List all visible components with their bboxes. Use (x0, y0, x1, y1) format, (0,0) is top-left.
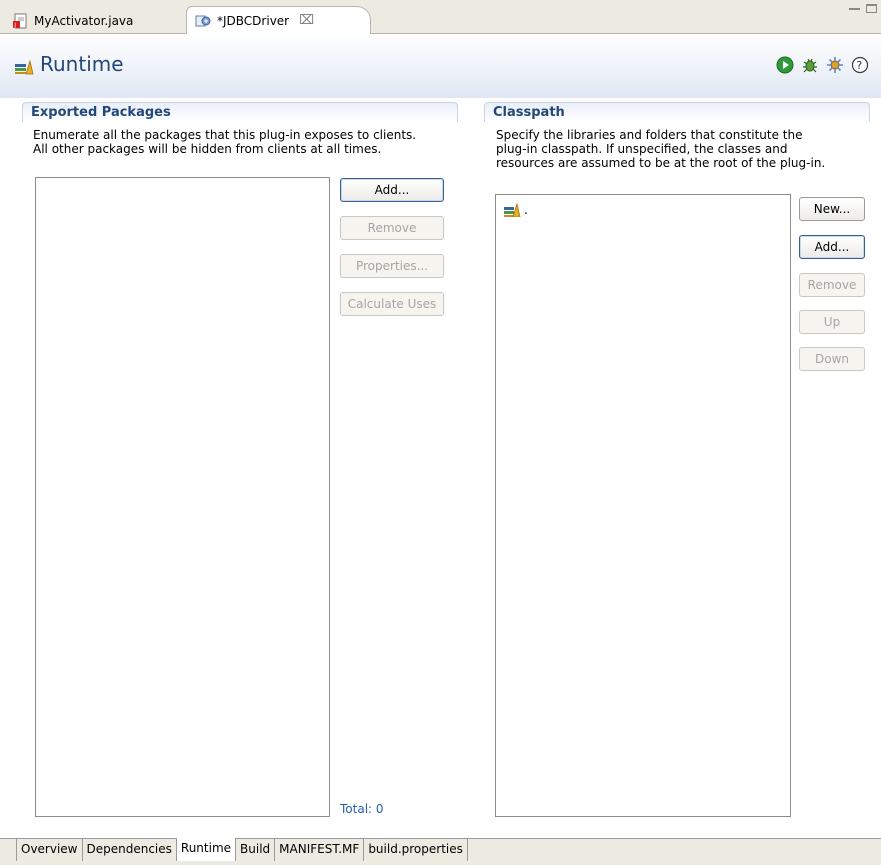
classpath-list[interactable] (495, 194, 791, 817)
exported-remove-button[interactable]: Remove (340, 216, 444, 240)
classpath-entry[interactable]: . (503, 202, 528, 218)
view-controls (849, 4, 877, 13)
svg-text:?: ? (856, 59, 862, 72)
maximize-icon[interactable] (866, 4, 877, 13)
java-file-icon: J (12, 13, 28, 29)
runtime-library-icon (14, 56, 34, 75)
classpath-description: Specify the libraries and folders that c… (496, 128, 876, 170)
classpath-desc-line: resources are assumed to be at the root … (496, 156, 826, 170)
page-title-text: Runtime (40, 52, 124, 76)
exported-packages-section-title[interactable]: Exported Packages (22, 102, 458, 122)
classpath-down-button[interactable]: Down (799, 347, 865, 371)
classpath-new-button[interactable]: New... (799, 197, 865, 221)
plugin-export-icon[interactable] (826, 56, 844, 74)
exported-packages-list[interactable] (35, 177, 330, 817)
editor-tab-myactivator[interactable]: J MyActivator.java (6, 7, 176, 34)
minimize-icon[interactable] (849, 4, 860, 10)
editor-tab-strip: J MyActivator.java *JDBCDriver ⌧ (0, 0, 881, 34)
exported-add-button[interactable]: Add... (340, 178, 444, 202)
debug-icon[interactable] (801, 56, 819, 74)
library-jar-icon (503, 202, 521, 218)
svg-text:J: J (13, 22, 16, 29)
tab-manifest[interactable]: MANIFEST.MF (275, 839, 365, 861)
exported-desc-line: All other packages will be hidden from c… (33, 142, 382, 156)
tab-build-properties[interactable]: build.properties (364, 839, 468, 861)
classpath-entry-label: . (524, 203, 528, 217)
exported-packages-description: Enumerate all the packages that this plu… (33, 128, 458, 156)
tab-dependencies[interactable]: Dependencies (83, 839, 177, 861)
header-toolbar: ? (776, 56, 869, 74)
help-icon[interactable]: ? (851, 56, 869, 74)
calculate-uses-button[interactable]: Calculate Uses (340, 292, 444, 316)
classpath-up-button[interactable]: Up (799, 310, 865, 334)
classpath-title-text: Classpath (493, 105, 565, 120)
classpath-desc-line: Specify the libraries and folders that c… (496, 128, 803, 142)
exported-packages-title-text: Exported Packages (31, 105, 171, 120)
exported-desc-line: Enumerate all the packages that this plu… (33, 128, 417, 142)
run-icon[interactable] (776, 56, 794, 74)
form-page-tabs: Overview Dependencies Runtime Build MANI… (0, 838, 881, 865)
classpath-desc-line: plug-in classpath. If unspecified, the c… (496, 142, 788, 156)
classpath-add-button[interactable]: Add... (799, 235, 865, 259)
tab-overview[interactable]: Overview (16, 839, 83, 861)
exported-total-count: Total: 0 (340, 802, 384, 816)
classpath-remove-button[interactable]: Remove (799, 273, 865, 297)
tab-build[interactable]: Build (236, 839, 276, 861)
plugin-manifest-icon (195, 13, 211, 29)
editor-tab-label: *JDBCDriver (217, 13, 290, 28)
editor-tab-label: MyActivator.java (34, 13, 134, 28)
tab-runtime[interactable]: Runtime (176, 838, 237, 861)
editor-tab-jdbcdriver[interactable]: *JDBCDriver ⌧ (186, 6, 371, 34)
classpath-section-title[interactable]: Classpath (484, 102, 870, 122)
exported-properties-button[interactable]: Properties... (340, 254, 444, 278)
close-tab-icon[interactable]: ⌧ (299, 13, 314, 28)
page-title: Runtime (14, 52, 124, 76)
form-header: Runtime ? (0, 34, 881, 98)
